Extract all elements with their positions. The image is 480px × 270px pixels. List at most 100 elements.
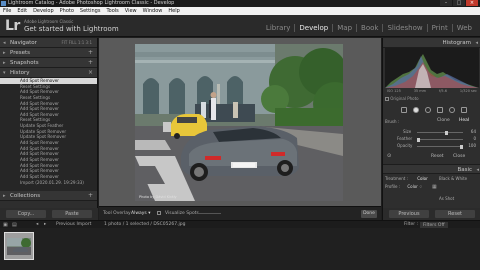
navigator-zoom-options[interactable]: FIT FILL 1:1 3:1: [61, 38, 92, 48]
histogram-label: Histogram: [442, 40, 471, 46]
adjustment-brush-icon[interactable]: [461, 106, 467, 113]
collapse-triangle-icon: ▾: [3, 70, 6, 76]
close-spot-button[interactable]: Close: [453, 153, 465, 160]
module-library[interactable]: Library: [262, 24, 294, 32]
red-eye-tool-icon[interactable]: [425, 106, 431, 113]
basic-header[interactable]: Basic ◂: [383, 164, 480, 174]
menu-photo[interactable]: Photo: [60, 7, 74, 15]
clone-button[interactable]: Clone: [437, 117, 450, 124]
menu-settings[interactable]: Settings: [80, 7, 101, 15]
menu-tools[interactable]: Tools: [106, 7, 118, 15]
add-preset-icon[interactable]: +: [88, 48, 93, 58]
feather-value[interactable]: 0: [473, 136, 476, 141]
right-panel: Histogram ◂ ISO 125 35 mm f/5.6 1/320 se…: [382, 38, 480, 220]
module-web[interactable]: Web: [451, 24, 476, 32]
profile-select[interactable]: Color ♢: [407, 184, 422, 189]
toolbar: Tool Overlay : Always ▾ Visualize Spots …: [99, 206, 381, 220]
slider-knob[interactable]: [417, 137, 420, 142]
left-panel-buttons: Copy... Paste: [0, 208, 98, 220]
menu-edit[interactable]: Edit: [17, 7, 27, 15]
module-picker: Library Develop Map Book Slideshow Print…: [262, 24, 476, 32]
collections-label: Collections: [10, 193, 41, 199]
radial-filter-icon[interactable]: [449, 106, 455, 113]
module-print[interactable]: Print: [426, 24, 452, 32]
tool-overlay-label: Tool Overlay :: [103, 211, 134, 216]
white-balance-select[interactable]: As Shot: [439, 196, 454, 201]
reset-button[interactable]: Reset: [435, 210, 475, 218]
histogram-info: ISO 125 35 mm f/5.6 1/320 sec: [385, 89, 479, 95]
photo-preview[interactable]: Photo by Dávid Király: [135, 44, 343, 201]
maximize-icon[interactable]: □: [453, 0, 465, 6]
module-map[interactable]: Map: [332, 24, 356, 32]
history-item[interactable]: Import (2020.01.29. 19:29:33): [0, 180, 97, 186]
heal-button[interactable]: Heal: [459, 117, 469, 124]
add-snapshot-icon[interactable]: +: [88, 58, 93, 68]
thumbnail-photo: [7, 238, 31, 255]
slider-knob[interactable]: [444, 130, 448, 135]
size-slider[interactable]: [417, 130, 463, 135]
menu-window[interactable]: Window: [143, 7, 163, 15]
image-canvas[interactable]: Photo by Dávid Király: [99, 38, 381, 206]
feather-slider[interactable]: [417, 137, 463, 142]
app-icon: [1, 1, 6, 6]
menu-view[interactable]: View: [125, 7, 137, 15]
expand-triangle-icon: ▸: [3, 193, 6, 199]
get-started-link[interactable]: Get started with Lightroom: [24, 25, 119, 33]
module-book[interactable]: Book: [356, 24, 382, 32]
opacity-slider[interactable]: [417, 144, 463, 149]
aperture-value: f/5.6: [438, 89, 447, 93]
close-icon[interactable]: ×: [466, 0, 478, 6]
profile-row: Profile : Color ♢ ▦: [385, 184, 437, 190]
mask-toggle-icon[interactable]: ⊙: [387, 153, 391, 160]
collapse-triangle-icon: ◂: [475, 40, 478, 46]
size-value[interactable]: 64: [471, 129, 476, 134]
snapshots-header[interactable]: ▸ Snapshots +: [0, 58, 97, 68]
collapse-triangle-icon: ◂: [476, 167, 479, 173]
checkbox-icon: [385, 97, 389, 101]
filmstrip-thumbnail[interactable]: [4, 232, 34, 260]
done-button[interactable]: Done: [361, 210, 377, 218]
visualize-spots-checkbox[interactable]: [157, 207, 161, 221]
tool-overlay-select[interactable]: Always ▾: [131, 207, 150, 221]
module-develop[interactable]: Develop: [294, 24, 332, 32]
paste-button[interactable]: Paste: [52, 210, 92, 218]
right-panel-buttons: Previous Reset: [383, 208, 480, 220]
treatment-color-option[interactable]: Color: [417, 176, 427, 181]
minimize-icon[interactable]: –: [440, 0, 452, 6]
menu-file[interactable]: File: [3, 7, 11, 15]
graduated-filter-icon[interactable]: [437, 106, 443, 113]
histogram-graph[interactable]: [385, 48, 479, 88]
navigator-header[interactable]: ◂ Navigator FIT FILL 1:1 3:1: [0, 38, 97, 48]
reset-spot-button[interactable]: Reset: [431, 153, 444, 160]
visualize-slider[interactable]: [199, 213, 221, 214]
history-list: Add Spot Remover Reset Settings Add Spot…: [0, 78, 97, 191]
filmstrip-bar: ▣ ▤ ◂ ▸ Previous Import 1 photo / 1 sele…: [0, 220, 480, 229]
history-header[interactable]: ▾ History ×: [0, 68, 97, 78]
expand-triangle-icon: ▸: [3, 50, 6, 56]
module-slideshow[interactable]: Slideshow: [382, 24, 426, 32]
menu-develop[interactable]: Develop: [33, 7, 54, 15]
previous-button[interactable]: Previous: [389, 210, 429, 218]
window-controls: – □ ×: [440, 0, 478, 6]
original-photo-toggle[interactable]: Original Photo: [385, 96, 419, 101]
crop-tool-icon[interactable]: [401, 106, 407, 113]
street-photo: [135, 44, 343, 201]
menu-bar: File Edit Develop Photo Settings Tools V…: [0, 7, 480, 15]
navigator-label: Navigator: [10, 40, 37, 46]
slider-knob[interactable]: [460, 144, 463, 149]
spot-removal-tool-icon[interactable]: [413, 106, 419, 113]
profile-browser-icon[interactable]: ▦: [432, 184, 437, 190]
left-panel: ◂ Navigator FIT FILL 1:1 3:1 ▸ Presets +…: [0, 38, 98, 220]
histogram-header[interactable]: Histogram ◂: [383, 38, 480, 48]
size-label: Size: [403, 129, 412, 134]
opacity-value[interactable]: 100: [468, 143, 476, 148]
clear-history-icon[interactable]: ×: [88, 68, 93, 78]
checkbox-icon: [157, 210, 161, 215]
presets-header[interactable]: ▸ Presets +: [0, 48, 97, 58]
add-collection-icon[interactable]: +: [88, 191, 93, 201]
menu-help[interactable]: Help: [168, 7, 179, 15]
profile-label: Profile :: [385, 184, 401, 189]
copy-button[interactable]: Copy...: [6, 210, 46, 218]
collections-header[interactable]: ▸ Collections +: [0, 191, 97, 201]
treatment-bw-option[interactable]: Black & White: [439, 176, 467, 181]
